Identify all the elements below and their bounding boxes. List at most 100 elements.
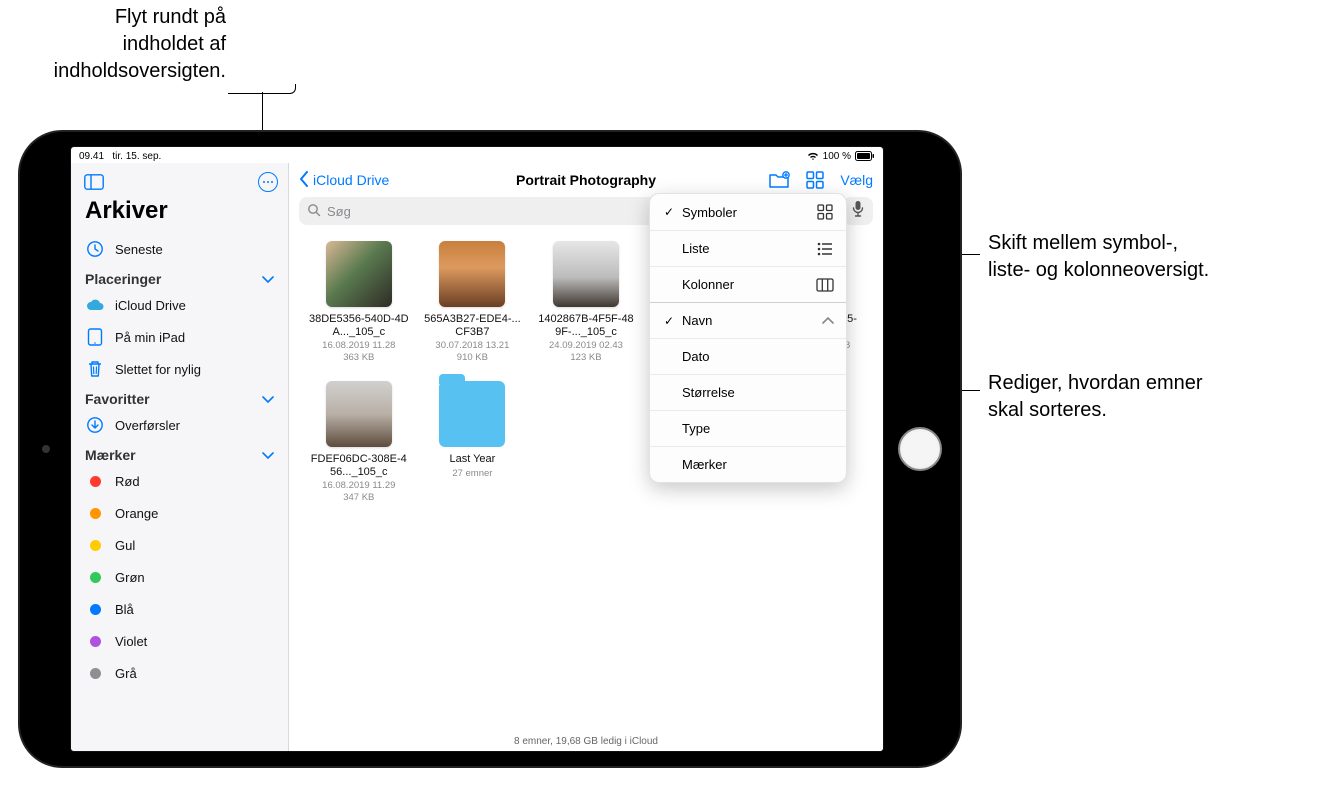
view-options-button[interactable] — [804, 169, 826, 191]
status-bar: 09.41 tir. 15. sep. 100 % — [71, 147, 883, 163]
cloud-icon — [85, 295, 105, 315]
tag-dot-icon — [85, 503, 105, 523]
item-meta: 24.09.2019 02.43123 KB — [549, 340, 623, 363]
sidebar-item-trash[interactable]: Slettet for nylig — [77, 353, 282, 385]
mic-icon — [852, 200, 864, 223]
new-folder-button[interactable] — [768, 169, 790, 191]
status-left: 09.41 tir. 15. sep. — [79, 151, 161, 162]
callout-sort: Rediger, hvordan emner skal sorteres. — [988, 370, 1203, 424]
item-meta: 16.08.2019 11.29347 KB — [322, 480, 395, 503]
main-pane: iCloud Drive Portrait Photography Vælg — [289, 163, 883, 751]
sidebar-toggle-button[interactable] — [81, 169, 107, 195]
sidebar-tag-grå[interactable]: Grå — [77, 657, 282, 689]
popover-sort-mærker[interactable]: Mærker — [650, 447, 846, 482]
sidebar-item-ipad[interactable]: På min iPad — [77, 321, 282, 353]
chevron-left-icon — [299, 171, 309, 190]
item-meta: 30.07.2018 13.21910 KB — [435, 340, 509, 363]
file-item[interactable]: FDEF06DC-308E-456..._105_c 16.08.2019 11… — [307, 381, 411, 503]
more-options-button[interactable] — [258, 172, 278, 192]
sidebar-locations-head[interactable]: Placeringer — [77, 265, 282, 289]
file-item[interactable]: 1402867B-4F5F-489F-..._105_c 24.09.2019 … — [534, 241, 638, 363]
sidebar-recent[interactable]: Seneste — [77, 233, 282, 265]
chevron-down-icon — [262, 447, 274, 463]
popover-sort-dato[interactable]: Dato — [650, 339, 846, 375]
popover-sort-type[interactable]: Type — [650, 411, 846, 447]
screen: 09.41 tir. 15. sep. 100 % — [70, 146, 884, 752]
check-icon: ✓ — [662, 314, 676, 328]
home-button[interactable] — [898, 427, 942, 471]
check-icon: ✓ — [662, 205, 676, 219]
image-thumbnail — [326, 381, 392, 447]
app: Arkiver Seneste Placeringer — [71, 163, 883, 751]
download-icon — [85, 415, 105, 435]
sidebar: Arkiver Seneste Placeringer — [71, 163, 289, 751]
sidebar-item-downloads[interactable]: Overførsler — [77, 409, 282, 441]
page-title: Portrait Photography — [516, 172, 656, 188]
wifi-icon — [807, 151, 819, 161]
battery-icon — [855, 151, 875, 161]
sidebar-item-icloud[interactable]: iCloud Drive — [77, 289, 282, 321]
grid-icon — [816, 204, 834, 220]
columns-icon — [816, 278, 834, 292]
tag-dot-icon — [85, 599, 105, 619]
popover-view-kolonner[interactable]: Kolonner — [650, 267, 846, 303]
sidebar-tag-gul[interactable]: Gul — [77, 529, 282, 561]
status-footer: 8 emner, 19,68 GB ledig i iCloud — [289, 736, 883, 747]
status-date: tir. 15. sep. — [112, 151, 161, 162]
sidebar-tag-grøn[interactable]: Grøn — [77, 561, 282, 593]
camera-dot — [42, 445, 50, 453]
tag-dot-icon — [85, 471, 105, 491]
battery-percent: 100 % — [823, 151, 851, 162]
view-sort-popover: ✓SymbolerListeKolonner ✓NavnDatoStørrels… — [649, 193, 847, 483]
popover-sort-navn[interactable]: ✓Navn — [650, 303, 846, 339]
file-item[interactable]: 38DE5356-540D-4DA..._105_c 16.08.2019 11… — [307, 241, 411, 363]
tag-dot-icon — [85, 535, 105, 555]
popover-view-liste[interactable]: Liste — [650, 231, 846, 267]
popover-view-symboler[interactable]: ✓Symboler — [650, 194, 846, 231]
sidebar-title: Arkiver — [71, 195, 288, 233]
sidebar-tags-head[interactable]: Mærker — [77, 441, 282, 465]
callout-view-switch: Skift mellem symbol-, liste- og kolonneo… — [988, 230, 1209, 284]
folder-item[interactable]: Last Year 27 emner — [421, 381, 525, 503]
item-name: 1402867B-4F5F-489F-..._105_c — [536, 313, 636, 338]
item-name: 565A3B27-EDE4-...CF3B7 — [422, 313, 522, 338]
sidebar-favorites-head[interactable]: Favoritter — [77, 385, 282, 409]
item-name: FDEF06DC-308E-456..._105_c — [309, 453, 409, 478]
callout-curve-top — [228, 84, 296, 94]
chevron-up-icon — [822, 313, 834, 328]
list-icon — [816, 242, 834, 256]
image-thumbnail — [326, 241, 392, 307]
clock-icon — [85, 239, 105, 259]
select-button[interactable]: Vælg — [840, 172, 873, 188]
search-placeholder: Søg — [327, 204, 351, 219]
ipad-icon — [85, 327, 105, 347]
item-name: 38DE5356-540D-4DA..._105_c — [309, 313, 409, 338]
image-thumbnail — [553, 241, 619, 307]
item-name: Last Year — [449, 453, 495, 466]
sidebar-tag-rød[interactable]: Rød — [77, 465, 282, 497]
sidebar-tag-orange[interactable]: Orange — [77, 497, 282, 529]
folder-icon — [439, 381, 505, 447]
toolbar: iCloud Drive Portrait Photography Vælg — [289, 163, 883, 197]
sidebar-tag-violet[interactable]: Violet — [77, 625, 282, 657]
tag-dot-icon — [85, 663, 105, 683]
popover-sort-størrelse[interactable]: Størrelse — [650, 375, 846, 411]
sidebar-tag-blå[interactable]: Blå — [77, 593, 282, 625]
item-meta: 16.08.2019 11.28363 KB — [322, 340, 395, 363]
trash-icon — [85, 359, 105, 379]
back-button[interactable]: iCloud Drive — [299, 171, 389, 190]
ipad-frame: 09.41 tir. 15. sep. 100 % — [18, 130, 962, 768]
chevron-down-icon — [262, 391, 274, 407]
dictation-button[interactable] — [843, 197, 873, 225]
tag-dot-icon — [85, 631, 105, 651]
tag-dot-icon — [85, 567, 105, 587]
image-thumbnail — [439, 241, 505, 307]
item-meta: 27 emner — [452, 468, 492, 479]
status-right: 100 % — [807, 151, 875, 162]
callout-top: Flyt rundt på indholdet af indholdsovers… — [14, 4, 226, 85]
status-time: 09.41 — [79, 151, 104, 162]
chevron-down-icon — [262, 271, 274, 287]
sidebar-recent-label: Seneste — [115, 242, 163, 257]
file-item[interactable]: 565A3B27-EDE4-...CF3B7 30.07.2018 13.219… — [421, 241, 525, 363]
search-icon — [307, 203, 321, 220]
